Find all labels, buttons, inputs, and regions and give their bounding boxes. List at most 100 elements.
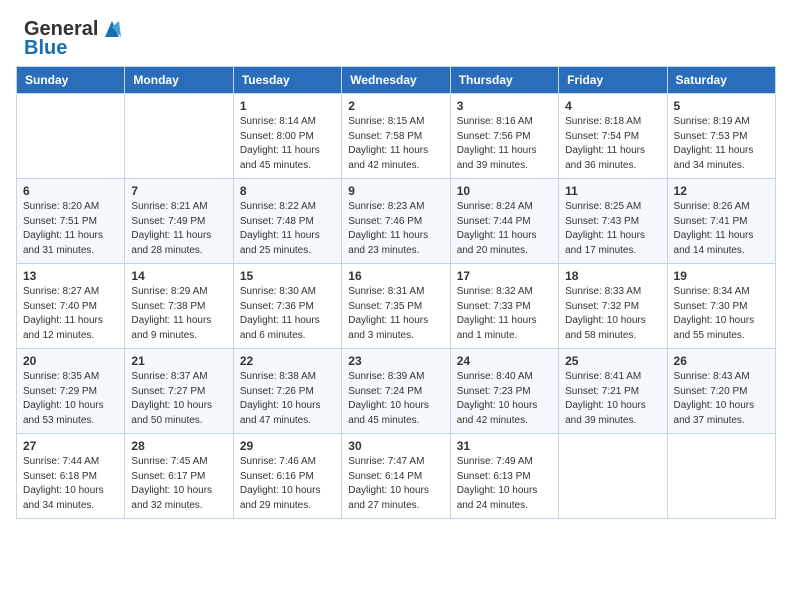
day-info: Sunrise: 8:33 AMSunset: 7:32 PMDaylight:… [565,285,660,343]
day-info: Sunrise: 8:37 AMSunset: 7:27 PMDaylight:… [131,370,226,428]
day-info: Sunrise: 8:23 AMSunset: 7:46 PMDaylight:… [348,200,443,258]
calendar-week-row: 20Sunrise: 8:35 AMSunset: 7:29 PMDayligh… [17,349,776,434]
day-number: 1 [240,99,335,113]
day-info: Sunrise: 8:27 AMSunset: 7:40 PMDaylight:… [23,285,118,343]
calendar-cell: 10 Sunrise: 8:24 AMSunset: 7:44 PMDayligh… [450,179,558,264]
day-number: 31 [457,439,552,453]
day-number: 9 [348,184,443,198]
calendar-cell: 9 Sunrise: 8:23 AMSunset: 7:46 PMDaylight… [342,179,450,264]
calendar-cell: 28 Sunrise: 7:45 AMSunset: 6:17 PMDayligh… [125,434,233,519]
day-number: 22 [240,354,335,368]
calendar-cell: 20Sunrise: 8:35 AMSunset: 7:29 PMDayligh… [17,349,125,434]
day-number: 2 [348,99,443,113]
calendar-cell: 19 Sunrise: 8:34 AMSunset: 7:30 PMDayligh… [667,264,775,349]
day-info: Sunrise: 8:34 AMSunset: 7:30 PMDaylight:… [674,285,769,343]
day-info: Sunrise: 7:47 AMSunset: 6:14 PMDaylight:… [348,455,443,513]
col-header-wednesday: Wednesday [342,67,450,94]
day-info: Sunrise: 8:16 AMSunset: 7:56 PMDaylight:… [457,115,552,173]
calendar-cell: 8 Sunrise: 8:22 AMSunset: 7:48 PMDaylight… [233,179,341,264]
day-number: 26 [674,354,769,368]
calendar-cell: 7Sunrise: 8:21 AMSunset: 7:49 PMDaylight… [125,179,233,264]
logo-blue-text: Blue [24,37,67,60]
calendar-cell: 2 Sunrise: 8:15 AMSunset: 7:58 PMDaylight… [342,94,450,179]
col-header-thursday: Thursday [450,67,558,94]
day-info: Sunrise: 8:29 AMSunset: 7:38 PMDaylight:… [131,285,226,343]
day-info: Sunrise: 8:14 AMSunset: 8:00 PMDaylight:… [240,115,335,173]
day-info: Sunrise: 8:19 AMSunset: 7:53 PMDaylight:… [674,115,769,173]
day-number: 20 [23,354,118,368]
calendar-cell: 6Sunrise: 8:20 AMSunset: 7:51 PMDaylight… [17,179,125,264]
day-info: Sunrise: 8:22 AMSunset: 7:48 PMDaylight:… [240,200,335,258]
day-info: Sunrise: 8:26 AMSunset: 7:41 PMDaylight:… [674,200,769,258]
day-number: 8 [240,184,335,198]
day-number: 28 [131,439,226,453]
day-info: Sunrise: 8:43 AMSunset: 7:20 PMDaylight:… [674,370,769,428]
day-number: 17 [457,269,552,283]
day-number: 16 [348,269,443,283]
day-info: Sunrise: 7:44 AMSunset: 6:18 PMDaylight:… [23,455,118,513]
calendar-cell: 22 Sunrise: 8:38 AMSunset: 7:26 PMDayligh… [233,349,341,434]
day-info: Sunrise: 8:40 AMSunset: 7:23 PMDaylight:… [457,370,552,428]
calendar-cell: 14 Sunrise: 8:29 AMSunset: 7:38 PMDayligh… [125,264,233,349]
day-info: Sunrise: 7:45 AMSunset: 6:17 PMDaylight:… [131,455,226,513]
calendar-cell: 16 Sunrise: 8:31 AMSunset: 7:35 PMDayligh… [342,264,450,349]
day-number: 19 [674,269,769,283]
day-number: 27 [23,439,118,453]
calendar-cell: 12Sunrise: 8:26 AMSunset: 7:41 PMDayligh… [667,179,775,264]
logo-icon [101,19,123,39]
calendar-cell: 23 Sunrise: 8:39 AMSunset: 7:24 PMDayligh… [342,349,450,434]
day-number: 13 [23,269,118,283]
day-info: Sunrise: 8:30 AMSunset: 7:36 PMDaylight:… [240,285,335,343]
calendar-week-row: 27 Sunrise: 7:44 AMSunset: 6:18 PMDayligh… [17,434,776,519]
col-header-tuesday: Tuesday [233,67,341,94]
day-number: 7 [131,184,226,198]
day-info: Sunrise: 8:25 AMSunset: 7:43 PMDaylight:… [565,200,660,258]
day-number: 25 [565,354,660,368]
calendar-cell [559,434,667,519]
calendar-cell: 31 Sunrise: 7:49 AMSunset: 6:13 PMDayligh… [450,434,558,519]
day-info: Sunrise: 8:41 AMSunset: 7:21 PMDaylight:… [565,370,660,428]
day-number: 29 [240,439,335,453]
col-header-monday: Monday [125,67,233,94]
calendar-body: 1 Sunrise: 8:14 AMSunset: 8:00 PMDaylight… [17,94,776,519]
calendar-wrapper: SundayMondayTuesdayWednesdayThursdayFrid… [0,66,792,535]
page-header: General Blue [0,0,792,66]
day-number: 30 [348,439,443,453]
day-info: Sunrise: 8:38 AMSunset: 7:26 PMDaylight:… [240,370,335,428]
day-number: 23 [348,354,443,368]
calendar-cell: 17 Sunrise: 8:32 AMSunset: 7:33 PMDayligh… [450,264,558,349]
day-number: 14 [131,269,226,283]
day-number: 3 [457,99,552,113]
day-info: Sunrise: 8:18 AMSunset: 7:54 PMDaylight:… [565,115,660,173]
day-number: 11 [565,184,660,198]
calendar-cell: 4Sunrise: 8:18 AMSunset: 7:54 PMDaylight… [559,94,667,179]
calendar-cell: 30 Sunrise: 7:47 AMSunset: 6:14 PMDayligh… [342,434,450,519]
calendar-header-row: SundayMondayTuesdayWednesdayThursdayFrid… [17,67,776,94]
calendar-week-row: 1 Sunrise: 8:14 AMSunset: 8:00 PMDaylight… [17,94,776,179]
day-info: Sunrise: 8:15 AMSunset: 7:58 PMDaylight:… [348,115,443,173]
day-info: Sunrise: 8:31 AMSunset: 7:35 PMDaylight:… [348,285,443,343]
calendar-cell: 5Sunrise: 8:19 AMSunset: 7:53 PMDaylight… [667,94,775,179]
day-number: 24 [457,354,552,368]
calendar-cell [125,94,233,179]
calendar-cell: 27 Sunrise: 7:44 AMSunset: 6:18 PMDayligh… [17,434,125,519]
calendar-cell: 25 Sunrise: 8:41 AMSunset: 7:21 PMDayligh… [559,349,667,434]
day-info: Sunrise: 8:32 AMSunset: 7:33 PMDaylight:… [457,285,552,343]
calendar-cell: 29 Sunrise: 7:46 AMSunset: 6:16 PMDayligh… [233,434,341,519]
calendar-cell: 13 Sunrise: 8:27 AMSunset: 7:40 PMDayligh… [17,264,125,349]
calendar-cell: 21Sunrise: 8:37 AMSunset: 7:27 PMDayligh… [125,349,233,434]
day-info: Sunrise: 8:24 AMSunset: 7:44 PMDaylight:… [457,200,552,258]
day-number: 10 [457,184,552,198]
day-info: Sunrise: 7:49 AMSunset: 6:13 PMDaylight:… [457,455,552,513]
day-number: 18 [565,269,660,283]
calendar-cell: 3 Sunrise: 8:16 AMSunset: 7:56 PMDaylight… [450,94,558,179]
day-info: Sunrise: 8:39 AMSunset: 7:24 PMDaylight:… [348,370,443,428]
calendar-cell: 26 Sunrise: 8:43 AMSunset: 7:20 PMDayligh… [667,349,775,434]
day-info: Sunrise: 7:46 AMSunset: 6:16 PMDaylight:… [240,455,335,513]
calendar-week-row: 13 Sunrise: 8:27 AMSunset: 7:40 PMDayligh… [17,264,776,349]
calendar-cell: 15Sunrise: 8:30 AMSunset: 7:36 PMDayligh… [233,264,341,349]
col-header-saturday: Saturday [667,67,775,94]
day-number: 6 [23,184,118,198]
calendar-cell: 24 Sunrise: 8:40 AMSunset: 7:23 PMDayligh… [450,349,558,434]
calendar-week-row: 6Sunrise: 8:20 AMSunset: 7:51 PMDaylight… [17,179,776,264]
